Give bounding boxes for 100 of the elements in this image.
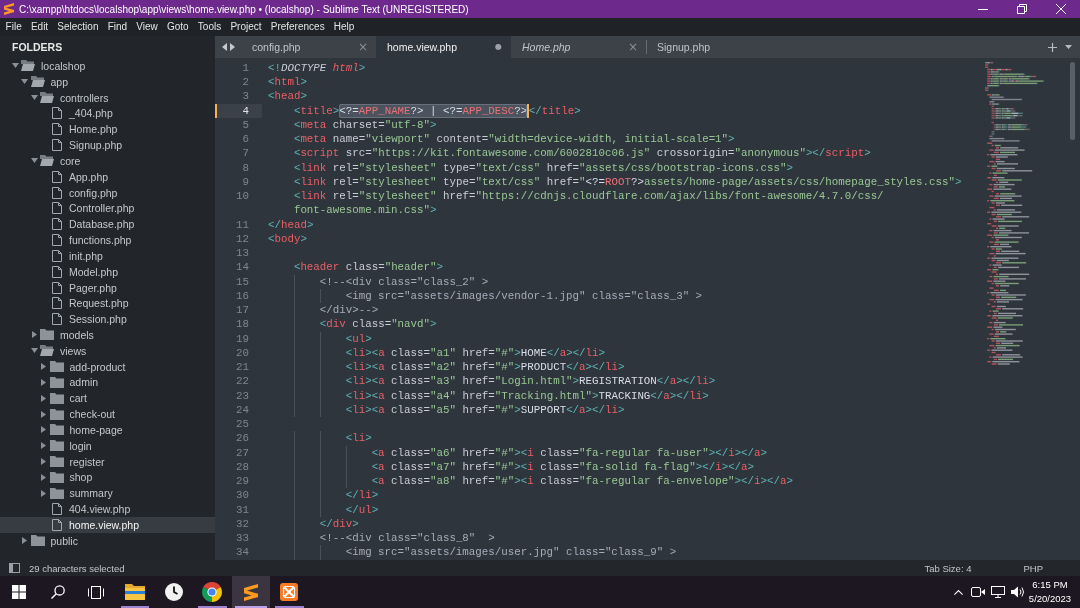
tab[interactable]: Signup.php bbox=[646, 36, 781, 58]
folder-icon bbox=[49, 456, 64, 468]
triangle-icon[interactable] bbox=[41, 442, 46, 450]
line-number: 30 bbox=[236, 489, 249, 502]
tab-size-indicator[interactable]: Tab Size: 4 bbox=[924, 562, 972, 574]
menu-item[interactable]: Edit bbox=[26, 18, 53, 36]
triangle-icon[interactable] bbox=[30, 95, 38, 101]
document-icon bbox=[51, 107, 62, 120]
triangle-icon[interactable] bbox=[21, 79, 28, 85]
triangle-icon[interactable] bbox=[41, 363, 46, 371]
tree-item[interactable]: shop bbox=[0, 469, 215, 486]
code-line: <li><a class="a4" href="Tracking.html">TRACKING</a></li> bbox=[345, 388, 709, 403]
code-line: <meta name="viewport" content="width=device-width, initial-scale=1"> bbox=[293, 132, 735, 147]
line-number: 3 bbox=[242, 90, 249, 103]
triangle-icon[interactable] bbox=[31, 331, 37, 339]
code-line: font-awesome.min.css"> bbox=[293, 203, 437, 218]
caret-down-icon[interactable] bbox=[1064, 45, 1072, 49]
text-cursor bbox=[527, 103, 529, 118]
tree-item[interactable]: home.view.php bbox=[0, 517, 215, 533]
panel-toggle-icon[interactable] bbox=[9, 563, 20, 573]
unsaved-indicator[interactable]: ● bbox=[494, 41, 503, 53]
tree-item[interactable]: admin bbox=[0, 374, 215, 391]
tree-item[interactable]: Session.php bbox=[0, 311, 215, 328]
tree-item[interactable]: summary bbox=[0, 485, 215, 502]
triangle-icon[interactable] bbox=[22, 537, 27, 545]
speaker-icon bbox=[1011, 586, 1025, 598]
tree-item[interactable]: models bbox=[0, 327, 215, 343]
folder-icon bbox=[40, 155, 54, 167]
plus-icon[interactable] bbox=[1047, 42, 1057, 52]
menu-item[interactable]: Project bbox=[225, 18, 267, 36]
line-number: 31 bbox=[236, 503, 249, 516]
tree-item[interactable]: public bbox=[0, 532, 215, 549]
menu-item[interactable]: Find bbox=[103, 18, 132, 36]
tree-item[interactable]: config.php bbox=[0, 184, 215, 201]
tree-item[interactable]: functions.php bbox=[0, 232, 215, 248]
code-line: <!--<div class="class_2" > bbox=[319, 274, 489, 289]
menu-item[interactable]: Help bbox=[329, 18, 359, 36]
menu-item[interactable]: Goto bbox=[162, 18, 194, 36]
triangle-icon[interactable] bbox=[41, 458, 46, 466]
tree-item[interactable]: views bbox=[0, 342, 215, 359]
triangle-icon[interactable] bbox=[41, 489, 46, 497]
line-number: 6 bbox=[242, 133, 249, 146]
tree-item[interactable]: Request.php bbox=[0, 295, 215, 312]
triangle-icon[interactable] bbox=[41, 473, 46, 481]
triangle-icon[interactable] bbox=[41, 410, 46, 418]
tree-item[interactable]: Controller.php bbox=[0, 200, 215, 217]
line-number: 19 bbox=[236, 332, 249, 345]
triangle-icon[interactable] bbox=[41, 426, 46, 434]
tab[interactable]: config.php × bbox=[241, 36, 376, 58]
tab[interactable]: home.view.php ● bbox=[376, 36, 511, 58]
triangle-icon[interactable] bbox=[30, 348, 38, 354]
tree-item[interactable]: cart bbox=[0, 390, 215, 407]
triangle-left-icon[interactable] bbox=[221, 43, 227, 51]
code-line: <body> bbox=[268, 231, 307, 247]
folder-icon bbox=[40, 92, 54, 104]
code-line: <!DOCTYPE html> bbox=[268, 60, 366, 76]
code-line: </div> bbox=[319, 516, 359, 532]
document-icon bbox=[51, 139, 62, 152]
line-number: 29 bbox=[236, 475, 249, 488]
tree-item[interactable]: register bbox=[0, 453, 215, 470]
triangle-icon[interactable] bbox=[30, 158, 38, 164]
tree-item[interactable]: core bbox=[0, 152, 215, 169]
scrollbar[interactable] bbox=[1070, 62, 1075, 140]
taskbar-button[interactable] bbox=[231, 576, 271, 608]
triangle-icon[interactable] bbox=[41, 378, 46, 386]
line-number: 2 bbox=[242, 76, 249, 89]
menu-item[interactable]: File bbox=[1, 18, 27, 36]
syntax-indicator[interactable]: PHP bbox=[1023, 562, 1043, 574]
tree-item[interactable]: Model.php bbox=[0, 263, 215, 280]
document-icon bbox=[51, 503, 62, 516]
tree-item[interactable]: Signup.php bbox=[0, 137, 215, 153]
triangle-icon[interactable] bbox=[11, 63, 19, 69]
tree-item[interactable]: 404.view.php bbox=[0, 501, 215, 517]
tree-item[interactable]: Home.php bbox=[0, 121, 215, 138]
tree-item[interactable]: add-product bbox=[0, 358, 215, 375]
tree-item[interactable]: home-page bbox=[0, 422, 215, 438]
tree-item[interactable]: localshop bbox=[0, 58, 215, 74]
menu-item[interactable]: Tools bbox=[193, 18, 226, 36]
triangle-right-icon[interactable] bbox=[229, 43, 235, 51]
tree-item[interactable]: _404.php bbox=[0, 105, 215, 122]
tree-item[interactable]: App.php bbox=[0, 168, 215, 185]
window-title: C:\xampp\htdocs\localshop\app\views\home.view.php • (localshop) - Sublime Text (UNREGISTERED) bbox=[19, 3, 469, 15]
folder-icon bbox=[49, 440, 64, 452]
line-number: 18 bbox=[236, 318, 249, 331]
tree-item[interactable]: Database.php bbox=[0, 216, 215, 233]
menu-item[interactable]: View bbox=[131, 18, 163, 36]
tab[interactable]: Home.php × bbox=[511, 36, 646, 58]
tree-item[interactable]: check-out bbox=[0, 406, 215, 423]
line-number: 21 bbox=[236, 361, 249, 374]
camera-icon bbox=[971, 587, 985, 597]
tree-item[interactable]: controllers bbox=[0, 89, 215, 106]
menu-item[interactable]: Selection bbox=[52, 18, 104, 36]
tree-item[interactable]: login bbox=[0, 437, 215, 454]
menu-item[interactable]: Preferences bbox=[266, 18, 330, 36]
document-icon bbox=[51, 218, 62, 231]
triangle-icon[interactable] bbox=[41, 394, 46, 402]
tree-item[interactable]: Pager.php bbox=[0, 279, 215, 296]
tree-item[interactable]: app bbox=[0, 73, 215, 90]
status-message: 29 characters selected bbox=[29, 562, 125, 574]
tree-item[interactable]: init.php bbox=[0, 247, 215, 264]
